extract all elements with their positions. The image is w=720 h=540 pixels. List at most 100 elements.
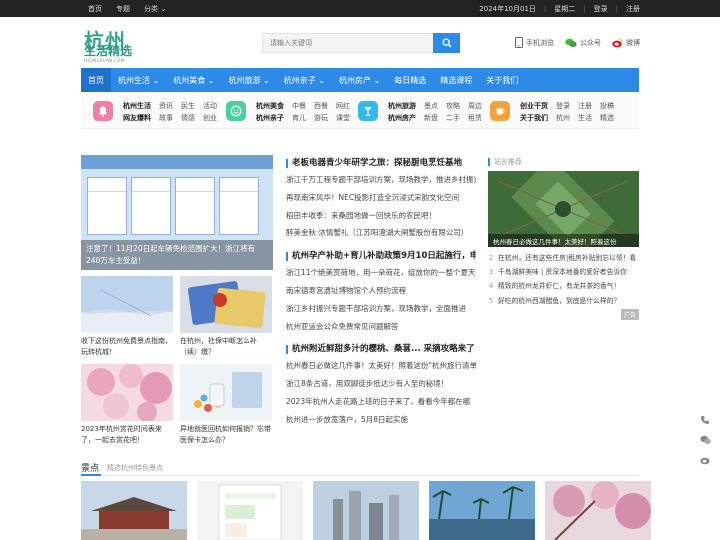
scenic-section-header: 景点 精选杭州特色景点	[81, 460, 639, 476]
article-card[interactable]: 异地就医回杭如何报销？忘带医保卡怎么办？	[180, 364, 272, 446]
article-title: 在杭州，社保中断怎么补（续）缴？	[180, 337, 257, 356]
nav-about[interactable]: 关于我们	[479, 68, 525, 92]
category-main[interactable]: 杭州美食	[256, 101, 284, 111]
search-input[interactable]	[262, 33, 433, 53]
recommend-feature[interactable]: 杭州春日必做这几件事！太美好！照着这份	[488, 171, 639, 247]
scenic-card[interactable]	[545, 481, 651, 540]
category-main[interactable]: 杭州亲子	[256, 113, 284, 123]
news-item[interactable]: 杭州春日必做这几件事！太美好！照着这份"杭州旅行清单"	[286, 357, 476, 375]
category-sub[interactable]: 新盘	[424, 113, 438, 123]
scenic-card[interactable]	[313, 481, 419, 540]
category-sub[interactable]: 注册	[578, 101, 592, 111]
article-card[interactable]: 2023年杭州赏花时间表来了，一起去赏花吧！	[81, 364, 173, 446]
category-main[interactable]: 网友爆料	[123, 113, 151, 123]
wechat-button[interactable]	[694, 430, 716, 450]
category-sub[interactable]: 育儿	[292, 113, 306, 123]
nav-hangzhou-life[interactable]: 杭州生活 ⌄	[111, 68, 166, 92]
wechat-account-link[interactable]: 公众号	[565, 37, 601, 48]
category-sub[interactable]: 攻略	[446, 101, 460, 111]
category-sub[interactable]: 西餐	[314, 101, 328, 111]
article-image	[81, 276, 173, 333]
news-item[interactable]: 醉美金秋·浓情蟹礼（江苏阳澄湖大闸蟹股份有限公司）	[286, 224, 476, 242]
recommend-item[interactable]: 2 在杭州，还有这些住房|租房补贴别忘以领！看	[488, 251, 639, 265]
scenic-title[interactable]: 景点	[81, 461, 99, 474]
category-sub[interactable]: 生活	[578, 113, 592, 123]
nav-daily-picks[interactable]: 每日精选	[387, 68, 433, 92]
current-date: 2024年10月01日	[479, 5, 536, 13]
bell-icon	[93, 101, 113, 121]
wechat-icon	[699, 435, 711, 444]
article-card[interactable]: 在杭州，社保中断怎么补（续）缴？	[180, 276, 272, 358]
category-main[interactable]: 创业干货	[520, 101, 548, 111]
top-link-topics[interactable]: 专题	[116, 4, 130, 14]
news-item[interactable]: 浙江千万工程专题干部培训方案，现场教学，推进乡村振兴	[286, 171, 476, 189]
category-main[interactable]: 杭州旅游	[388, 101, 416, 111]
recommend-list: 2 在杭州，还有这些住房|租房补贴别忘以领！看 3 千岛湖鲜美味 | 资深本地番的爱…	[488, 251, 639, 308]
category-sub[interactable]: 情感	[181, 113, 195, 123]
category-sub[interactable]: 网红	[336, 101, 350, 111]
nav-hangzhou-travel[interactable]: 杭州旅游 ⌄	[222, 68, 277, 92]
news-item[interactable]: 杭州进一步放宽落户，5月8日起实施	[286, 411, 476, 429]
news-item[interactable]: 浙江11个绝美赏荷地，用一朵荷花，绽放你的一整个夏天	[286, 264, 476, 282]
nav-hangzhou-food-label: 杭州美食	[173, 75, 206, 85]
news-headline[interactable]: 老板电器青少年研学之旅：探秘厨电烹饪基地	[286, 155, 476, 171]
register-link[interactable]: 注册	[626, 4, 640, 14]
category-sub[interactable]: 租赁	[468, 113, 482, 123]
news-item[interactable]: 南宋德寿宫遗址博物馆个人预约流程	[286, 282, 476, 300]
featured-caption[interactable]: 注意了！11月20日起车辆免检范围扩大！浙江将有240万车主受益！	[81, 240, 273, 270]
recommend-item-title: 好吃的杭州西湖醋鱼，到底是什么样的？	[498, 296, 621, 305]
site-logo[interactable]: 杭州 生活精选 HZJINGXUAN.COM	[84, 25, 154, 67]
mobile-browse-link[interactable]: 手机浏览	[515, 37, 554, 48]
news-headline[interactable]: 杭州附近鲜甜多汁的樱桃、桑葚... 采摘攻略来了	[286, 341, 476, 357]
category-sub[interactable]: 中餐	[292, 101, 306, 111]
category-main[interactable]: 杭州生活	[123, 101, 151, 111]
category-sub[interactable]: 民生	[181, 101, 195, 111]
top-link-categories[interactable]: 分类 ⌄	[144, 4, 166, 14]
category-sub[interactable]: 周边	[468, 101, 482, 111]
scenic-card[interactable]	[429, 481, 535, 540]
nav-hangzhou-food[interactable]: 杭州美食 ⌄	[166, 68, 221, 92]
featured-slide[interactable]: 注意了！11月20日起车辆免检范围扩大！浙江将有240万车主受益！	[81, 155, 273, 270]
category-sub[interactable]: 课堂	[336, 113, 350, 123]
article-image	[180, 364, 272, 421]
weibo-link[interactable]: 微博	[612, 37, 640, 48]
news-item[interactable]: 2023年杭州人走花路上班的日子来了，看看今年都在哪	[286, 393, 476, 411]
article-card[interactable]: 收下这份杭州免费景点指南，玩转杭城！	[81, 276, 173, 358]
category-sub[interactable]: 活动	[203, 101, 217, 111]
category-main[interactable]: 关于我们	[520, 113, 548, 123]
phone-call-button[interactable]	[694, 410, 716, 430]
recommend-item-title: 千岛湖鲜美味 | 资深本地番的爱好者告诉你	[498, 268, 627, 277]
recommend-item[interactable]: 4 精致的杭州龙井虾仁，有龙井茶的香气！	[488, 279, 639, 293]
nav-hangzhou-family[interactable]: 杭州亲子 ⌄	[277, 68, 332, 92]
news-item[interactable]: 稻田丰收季：来桑园地做一回快乐的农民吧！	[286, 207, 476, 225]
category-sub[interactable]: 资讯	[159, 101, 173, 111]
scenic-card[interactable]	[197, 481, 303, 540]
category-sub[interactable]: 故事	[159, 113, 173, 123]
search-button[interactable]	[433, 33, 460, 53]
category-sub[interactable]: 创业	[203, 113, 217, 123]
top-link-home[interactable]: 首页	[88, 4, 102, 14]
recommend-item[interactable]: 5 好吃的杭州西湖醋鱼，到底是什么样的？	[488, 294, 639, 308]
weibo-button[interactable]	[694, 450, 716, 470]
nav-hangzhou-realestate[interactable]: 杭州房产 ⌄	[332, 68, 387, 92]
nav-home[interactable]: 首页	[81, 68, 111, 92]
category-sub[interactable]: 杭州	[556, 113, 570, 123]
category-sub[interactable]: 游玩	[314, 113, 328, 123]
nav-courses[interactable]: 精选课程	[433, 68, 479, 92]
news-headline[interactable]: 杭州孕产补助+育儿补助政策9月10日起施行，申领指南	[286, 248, 476, 264]
news-item[interactable]: 浙江8条古道，用双脚徒步抵达少有人至的秘境！	[286, 375, 476, 393]
recommend-item[interactable]: 3 千岛湖鲜美味 | 资深本地番的爱好者告诉你	[488, 265, 639, 279]
scenic-gallery	[81, 481, 651, 540]
news-item[interactable]: 再现南宋风华！NEC投影打造全沉浸式宋韵文化空间	[286, 189, 476, 207]
login-link[interactable]: 登录	[594, 4, 608, 14]
category-sub[interactable]: 二手	[446, 113, 460, 123]
category-sub[interactable]: 精选	[600, 113, 614, 123]
news-item[interactable]: 杭州亚运会公众免费常见问题解答	[286, 318, 476, 336]
category-main[interactable]: 杭州房产	[388, 113, 416, 123]
category-sub[interactable]: 投稿	[600, 101, 614, 111]
category-sub[interactable]: 景点	[424, 101, 438, 111]
news-item[interactable]: 浙江乡村振兴专题干部培训方案，现场教学，全面推进	[286, 300, 476, 318]
scenic-underline	[81, 474, 101, 476]
scenic-card[interactable]	[81, 481, 187, 540]
category-sub[interactable]: 登录	[556, 101, 570, 111]
